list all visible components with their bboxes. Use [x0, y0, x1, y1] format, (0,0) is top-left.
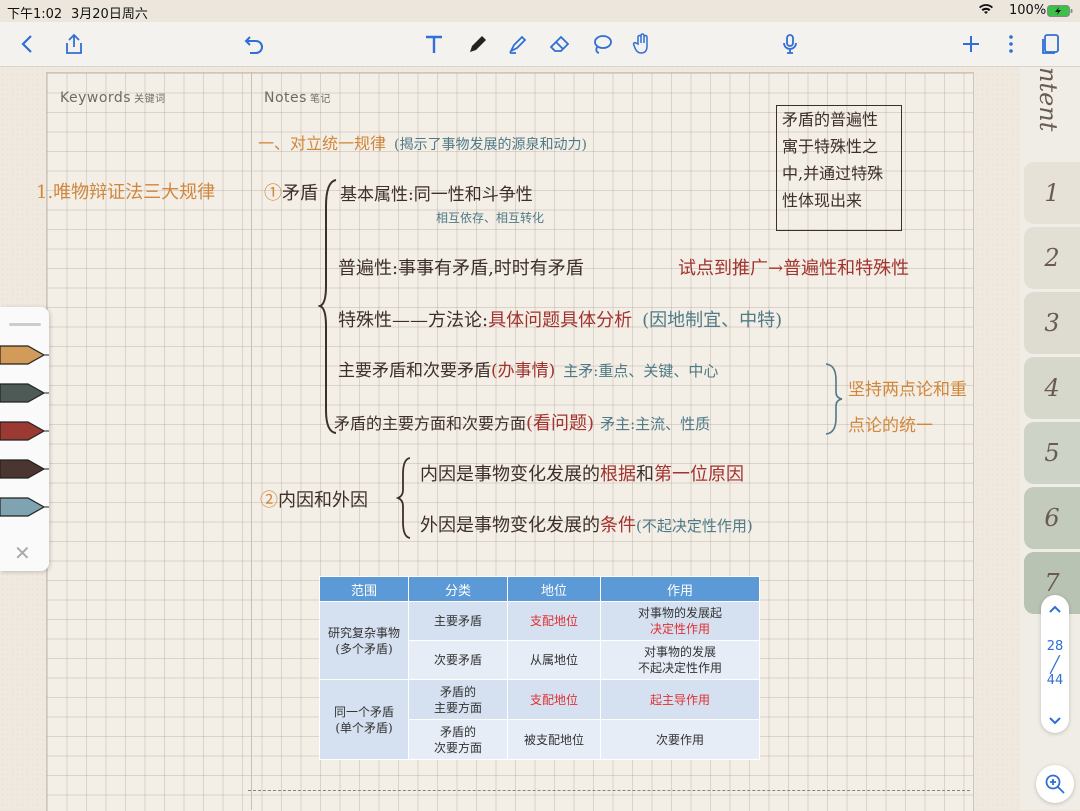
pages-icon[interactable] [1035, 28, 1067, 60]
table-header: 分类 [408, 576, 508, 602]
zoom-in-icon[interactable] [1036, 765, 1074, 803]
table-header: 范围 [319, 576, 409, 602]
status-bar: 下午1:02 3月20日周六 100% [0, 0, 1080, 22]
add-icon[interactable] [955, 28, 987, 60]
status-time: 下午1:02 [7, 7, 63, 22]
boxed-note: 矛盾的普遍性 寓于特殊性之 中,并通过特殊 性体现出来 [776, 105, 902, 231]
toolbar [0, 22, 1080, 67]
table-cell: 矛盾的 主要方面 [408, 679, 508, 720]
undo-icon[interactable] [238, 28, 270, 60]
particularity: 特殊性——方法论:具体问题具体分析 (因地制宜、中特) [338, 310, 783, 331]
boxed-note-line: 矛盾的普遍性 [782, 110, 879, 129]
section-tab-2[interactable]: 2 [1024, 227, 1080, 289]
text-tool-icon[interactable] [418, 28, 450, 60]
table-cell: 被支配地位 [507, 719, 601, 760]
palette-handle[interactable] [9, 323, 41, 326]
table-cell: 矛盾的 次要方面 [408, 719, 508, 760]
more-icon[interactable] [995, 28, 1027, 60]
internal-cause: 内因是事物变化发展的根据和第一位原因 [420, 464, 744, 485]
table-cell: 次要作用 [600, 719, 760, 760]
section-tab-4[interactable]: 4 [1024, 357, 1080, 419]
section-tab-3[interactable]: 3 [1024, 292, 1080, 354]
topic1-label: ①矛盾 [264, 183, 318, 204]
table-cell: 从属地位 [507, 640, 601, 680]
keywords-header: Keywords 关键词 [60, 90, 166, 106]
section-tab-5[interactable]: 5 [1024, 422, 1080, 484]
table-cell: 对事物的发展起 决定性作用 [600, 601, 760, 641]
external-cause: 外因是事物变化发展的条件(不起决定性作用) [420, 515, 753, 536]
share-icon[interactable] [58, 28, 90, 60]
table-cell: 对事物的发展 不起决定性作用 [600, 640, 760, 680]
boxed-note-line: 寓于特殊性之 [782, 137, 879, 156]
battery-level: 100% [1009, 3, 1047, 18]
table-cell-group2: 同一个矛盾 (单个矛盾) [319, 679, 409, 760]
wifi-icon [978, 3, 994, 19]
table-row: 同一个矛盾 (单个矛盾) 矛盾的 主要方面 支配地位 起主导作用 [319, 679, 760, 760]
page-separator: ╱ [1050, 655, 1060, 674]
back-chevron-icon[interactable] [12, 28, 44, 60]
current-page: 28 [1046, 639, 1064, 654]
microphone-icon[interactable] [774, 28, 806, 60]
boxed-note-line: 中,并通过特殊 [782, 164, 884, 183]
table-cell-group1: 研究复杂事物 (多个矛盾) [319, 601, 409, 680]
pen-palette: ✕ [0, 307, 49, 571]
topic2-brace [396, 457, 411, 539]
table-cell: 主要矛盾 [408, 601, 508, 641]
tab-top-label: ntent [1034, 67, 1062, 132]
universality-ext: 试点到推广→普遍性和特殊性 [678, 258, 910, 279]
pen-swatch[interactable] [0, 497, 46, 517]
pen-swatch[interactable] [0, 421, 46, 441]
table-cell: 起主导作用 [600, 679, 760, 720]
close-icon[interactable]: ✕ [14, 541, 31, 565]
section-heading: 一、对立统一规律 (揭示了事物发展的源泉和动力) [258, 134, 587, 153]
brace-note-2: 点论的统一 [848, 416, 933, 436]
hand-gesture-icon[interactable] [626, 28, 658, 60]
table-cell: 次要矛盾 [408, 640, 508, 680]
battery-icon [1047, 5, 1073, 21]
topic1-brace [318, 179, 337, 434]
topic2-label: ②内因和外因 [260, 490, 368, 511]
page-scroller[interactable]: 28 ╱ 44 [1041, 595, 1069, 733]
section-tab-1[interactable]: 1 [1024, 162, 1080, 224]
main-contradiction: 主要矛盾和次要矛盾(办事情) 主矛:重点、关键、中心 [338, 361, 719, 381]
page-bottom-rule [248, 790, 970, 791]
table-header: 作用 [600, 576, 760, 602]
table-cell: 支配地位 [507, 601, 601, 641]
chevron-down-icon[interactable] [1048, 711, 1062, 730]
brace-note-1: 坚持两点论和重 [848, 380, 967, 400]
table-row: 研究复杂事物 (多个矛盾) 主要矛盾 支配地位 对事物的发展起 决定性作用 [319, 601, 760, 680]
contradiction-table: 范围 分类 地位 作用 研究复杂事物 (多个矛盾) 主要矛盾 支配地位 对事物的发… [319, 576, 760, 760]
pen-swatch[interactable] [0, 383, 46, 403]
table-header: 地位 [507, 576, 601, 602]
column-divider [251, 72, 252, 810]
basic-attribute: 基本属性:同一性和斗争性 [340, 185, 533, 205]
boxed-note-line: 性体现出来 [782, 191, 863, 210]
highlighter-icon[interactable] [502, 28, 534, 60]
pen-swatch[interactable] [0, 459, 46, 479]
section-tab-6[interactable]: 6 [1024, 487, 1080, 549]
pen-swatches[interactable] [0, 345, 49, 535]
eraser-icon[interactable] [544, 28, 576, 60]
lasso-icon[interactable] [586, 28, 618, 60]
status-date: 3月20日周六 [71, 7, 148, 22]
keyword-text: 1.唯物辩证法三大规律 [36, 182, 216, 203]
pen-icon[interactable] [462, 28, 494, 60]
notes-header: Notes 笔记 [264, 90, 331, 106]
aspect-brace [825, 363, 843, 435]
universality: 普遍性:事事有矛盾,时时有矛盾 [338, 258, 584, 279]
total-pages: 44 [1046, 673, 1064, 688]
basic-attribute-sub: 相互依存、相互转化 [436, 211, 545, 225]
chevron-up-icon[interactable] [1048, 603, 1062, 617]
main-aspect: 矛盾的主要方面和次要方面(看问题) 矛主:主流、性质 [334, 413, 711, 434]
table-cell: 支配地位 [507, 679, 601, 720]
pen-swatch[interactable] [0, 345, 46, 365]
